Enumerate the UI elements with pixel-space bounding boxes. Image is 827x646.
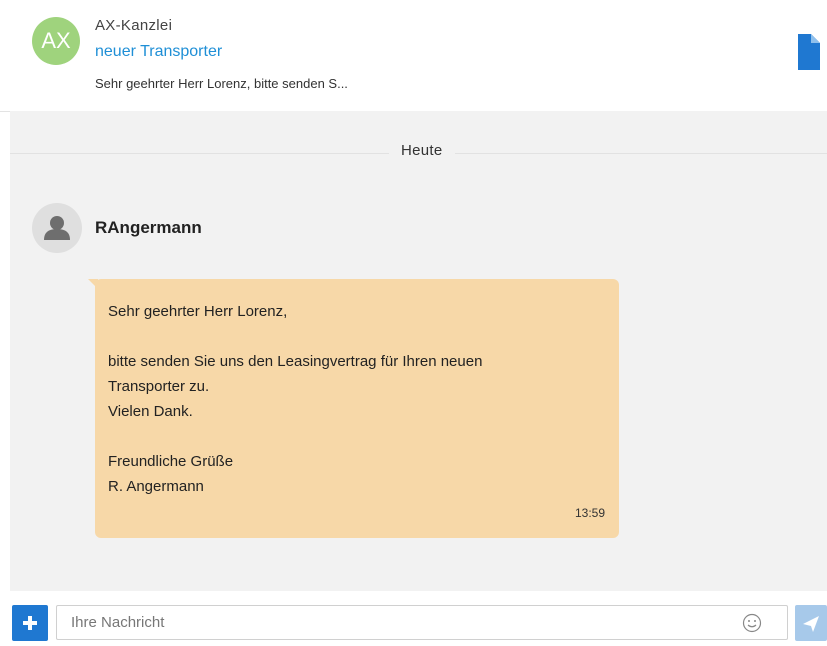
- message-line: bitte senden Sie uns den Leasingvertrag …: [108, 353, 483, 370]
- composer: Ihre Nachricht: [0, 596, 827, 642]
- plus-icon: [23, 616, 37, 630]
- message-line: Freundliche Grüße: [108, 453, 234, 470]
- add-attachment-button[interactable]: [12, 605, 48, 641]
- message-line: Sehr geehrter Herr Lorenz,: [108, 303, 288, 320]
- conversation-subject[interactable]: neuer Transporter: [95, 43, 222, 61]
- contact-name: AX-Kanzlei: [95, 17, 173, 34]
- chat-area[interactable]: Heute RAngermann Sehr geehrter Herr Lore…: [10, 111, 827, 591]
- message-bubble: Sehr geehrter Herr Lorenz, bitte senden …: [95, 279, 619, 538]
- message-line: Vielen Dank.: [108, 403, 193, 420]
- message-preview: Sehr geehrter Herr Lorenz, bitte senden …: [95, 76, 348, 91]
- message-text: Sehr geehrter Herr Lorenz, bitte senden …: [108, 299, 598, 499]
- user-icon: [44, 216, 70, 240]
- send-button[interactable]: [795, 605, 827, 641]
- message-time: 13:59: [574, 506, 605, 520]
- conversation-header: AX AX-Kanzlei neuer Transporter Sehr gee…: [0, 0, 827, 112]
- document-icon[interactable]: [798, 34, 820, 70]
- message-line: Transporter zu.: [108, 378, 210, 395]
- contact-avatar: AX: [32, 17, 80, 65]
- message-input-placeholder: Ihre Nachricht: [71, 614, 165, 631]
- sender-name: RAngermann: [95, 218, 202, 237]
- smiley-icon[interactable]: [742, 613, 762, 633]
- sender-avatar: [32, 203, 82, 253]
- message-input[interactable]: Ihre Nachricht: [56, 605, 788, 640]
- message-line: R. Angermann: [108, 478, 204, 495]
- day-label: Heute: [389, 142, 455, 159]
- send-icon: [803, 616, 819, 632]
